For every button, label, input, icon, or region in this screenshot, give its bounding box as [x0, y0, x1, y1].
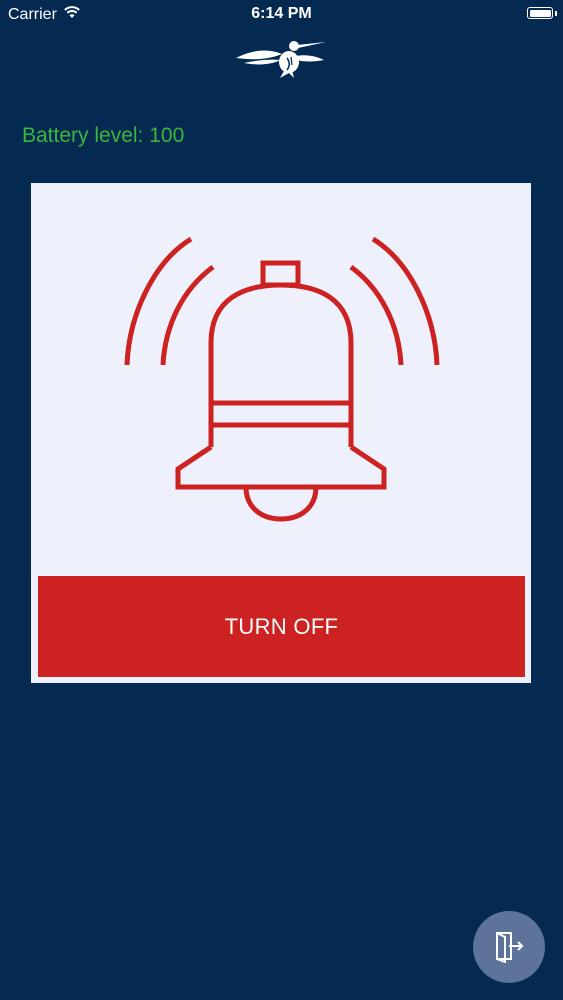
battery-cap	[555, 11, 557, 16]
battery-icon	[527, 7, 553, 19]
app-screen: Carrier 6:14 PM Battery level: 100 TURN …	[0, 0, 563, 1000]
status-bar: Carrier 6:14 PM	[0, 0, 563, 30]
hummingbird-logo	[234, 36, 328, 80]
turn-off-button[interactable]: TURN OFF	[38, 576, 525, 677]
exit-door-icon	[492, 929, 526, 966]
exit-button[interactable]	[473, 911, 545, 983]
alarm-card: TURN OFF	[31, 183, 531, 683]
ringing-bell-icon	[121, 233, 451, 533]
status-time: 6:14 PM	[251, 5, 312, 22]
battery-level-label: Battery level: 100	[22, 124, 185, 147]
